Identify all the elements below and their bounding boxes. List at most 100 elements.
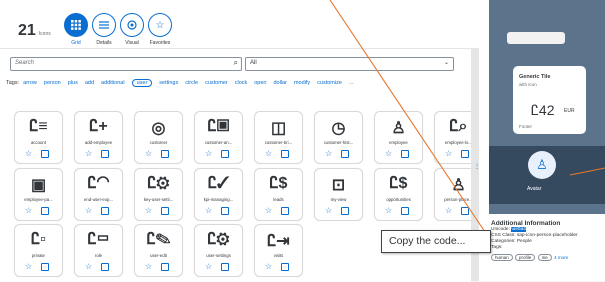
star-icon: ☆ — [155, 19, 165, 31]
tag-pill[interactable]: profile — [515, 254, 536, 261]
favorite-star-icon[interactable]: ☆ — [205, 149, 212, 158]
icon-tile[interactable]: Ꮭ◠ end-user-exp... ☆ — [74, 168, 123, 221]
favorite-star-icon[interactable]: ☆ — [265, 262, 272, 271]
favorite-star-icon[interactable]: ☆ — [205, 206, 212, 215]
icon-glyph: Ꮭ▭ — [87, 231, 110, 248]
tag-pill[interactable]: human — [491, 254, 513, 261]
favorite-star-icon[interactable]: ☆ — [25, 206, 32, 215]
favorite-star-icon[interactable]: ☆ — [385, 206, 392, 215]
copy-icon[interactable] — [101, 150, 109, 158]
favorite-star-icon[interactable]: ☆ — [445, 206, 452, 215]
tag-chip[interactable]: plus — [68, 80, 78, 86]
more-tags-link[interactable]: 4 more — [554, 255, 568, 260]
copy-icon[interactable] — [281, 263, 289, 271]
copy-icon[interactable] — [341, 150, 349, 158]
tag-chip[interactable]: additional — [101, 80, 125, 86]
copy-icon[interactable] — [41, 263, 49, 271]
favorite-star-icon[interactable]: ☆ — [85, 262, 92, 271]
tag-chip[interactable]: ... — [349, 80, 354, 86]
copy-icon[interactable] — [221, 150, 229, 158]
icon-name: customer-an... — [204, 140, 233, 145]
search-icon[interactable]: ⌕ — [234, 58, 238, 68]
favorite-star-icon[interactable]: ☆ — [445, 149, 452, 158]
copy-icon[interactable] — [41, 150, 49, 158]
copy-icon[interactable] — [461, 150, 469, 158]
favorite-star-icon[interactable]: ☆ — [145, 149, 152, 158]
tag-chip[interactable]: customer — [205, 80, 228, 86]
favorite-star-icon[interactable]: ☆ — [265, 206, 272, 215]
icon-tile[interactable]: Ꮭ$ opportunities ☆ — [374, 168, 423, 221]
tag-chip[interactable]: circle — [185, 80, 198, 86]
icon-tile[interactable]: ⊡ my-view ☆ — [314, 168, 363, 221]
icon-name: customer-bri... — [264, 140, 293, 145]
icon-tile[interactable]: ◷ customer-hist... ☆ — [314, 111, 363, 164]
favorite-star-icon[interactable]: ☆ — [325, 149, 332, 158]
tag-chip[interactable]: modify — [294, 80, 310, 86]
icon-tile[interactable]: ◫ customer-bri... ☆ — [254, 111, 303, 164]
icon-tile[interactable]: Ꮭ⚙ key-user-setti... ☆ — [134, 168, 183, 221]
unicode-value[interactable]: \ue0a4 — [511, 227, 526, 232]
favorite-star-icon[interactable]: ☆ — [385, 149, 392, 158]
tag-chip[interactable]: add — [85, 80, 94, 86]
copy-icon[interactable] — [281, 207, 289, 215]
tag-chip[interactable]: settings — [159, 80, 178, 86]
copy-icon[interactable] — [401, 207, 409, 215]
favorite-star-icon[interactable]: ☆ — [145, 206, 152, 215]
tag-chip[interactable]: clock — [235, 80, 248, 86]
icon-tile[interactable]: Ꮭ▫ private ☆ — [14, 224, 63, 277]
icon-tile[interactable]: ▣ employee-pa... ☆ — [14, 168, 63, 221]
icon-tile[interactable]: Ꮭ≡ account ☆ — [14, 111, 63, 164]
copy-icon[interactable] — [161, 150, 169, 158]
favorite-star-icon[interactable]: ☆ — [265, 149, 272, 158]
favorite-star-icon[interactable]: ☆ — [325, 206, 332, 215]
icon-tile[interactable]: Ꮭ+ add-employee ☆ — [74, 111, 123, 164]
icon-name: account — [30, 140, 47, 145]
icon-name: end-user-exp... — [84, 197, 113, 202]
favorite-star-icon[interactable]: ☆ — [25, 262, 32, 271]
icon-glyph: Ꮭ≡ — [29, 118, 48, 135]
copy-icon[interactable] — [281, 150, 289, 158]
favorite-star-icon[interactable]: ☆ — [85, 206, 92, 215]
copy-icon[interactable] — [341, 207, 349, 215]
icon-tile[interactable]: Ꮭ▭ role ☆ — [74, 224, 123, 277]
icon-tile[interactable]: Ꮭ✓ kpi-managing... ☆ — [194, 168, 243, 221]
copy-icon[interactable] — [101, 207, 109, 215]
favorite-star-icon[interactable]: ☆ — [145, 262, 152, 271]
tag-filter-bar: Tags: arrow person plus add additional user set… — [6, 79, 354, 87]
tag-chip[interactable]: arrow — [23, 80, 37, 86]
generic-tile-preview: Generic Tile with Icon Ꮭ42 EUR Footer — [513, 66, 586, 134]
search-input[interactable]: Search ⌕ — [10, 57, 242, 71]
icon-tile[interactable]: Ꮭ⇥ visits ☆ — [254, 224, 303, 277]
favorite-star-icon[interactable]: ☆ — [85, 149, 92, 158]
copy-icon[interactable] — [461, 207, 469, 215]
icon-tile[interactable]: Ꮭ⚙ user-settings ☆ — [194, 224, 243, 277]
category-select[interactable]: All ⌄ — [245, 57, 454, 71]
icon-glyph: Ꮭ⚙ — [207, 231, 230, 248]
favorite-star-icon[interactable]: ☆ — [25, 149, 32, 158]
copy-icon[interactable] — [401, 150, 409, 158]
tag-chip[interactable]: user — [131, 79, 153, 87]
copy-icon[interactable] — [221, 207, 229, 215]
copy-icon[interactable] — [41, 207, 49, 215]
icon-tile[interactable]: Ꮭ▣ customer-an... ☆ — [194, 111, 243, 164]
icon-tile[interactable]: ◎ customer ☆ — [134, 111, 183, 164]
tile-kpi: Ꮭ42 — [531, 102, 555, 118]
icon-glyph: ⊡ — [331, 177, 346, 194]
tag-chip[interactable]: dollar — [274, 80, 287, 86]
tag-chip[interactable]: open — [254, 80, 266, 86]
icon-tile[interactable]: Ꮭ$ leads ☆ — [254, 168, 303, 221]
icon-tile[interactable]: Ꮭ✎ user-edit ☆ — [134, 224, 183, 277]
icon-name: my-view — [330, 197, 347, 202]
tag-chip[interactable]: customize — [317, 80, 342, 86]
copy-icon[interactable] — [161, 207, 169, 215]
copy-icon[interactable] — [221, 263, 229, 271]
favorites-mode-button[interactable]: ☆ Favorites — [142, 13, 178, 46]
annotation-callout: Copy the code... — [381, 230, 491, 253]
icon-glyph: Ꮭ⇥ — [267, 233, 290, 250]
tag-chip[interactable]: person — [44, 80, 61, 86]
favorite-star-icon[interactable]: ☆ — [205, 262, 212, 271]
copy-icon[interactable] — [161, 263, 169, 271]
copy-icon[interactable] — [101, 263, 109, 271]
icon-tile[interactable]: ♙ employee ☆ — [374, 111, 423, 164]
tag-pill[interactable]: me — [537, 254, 552, 261]
